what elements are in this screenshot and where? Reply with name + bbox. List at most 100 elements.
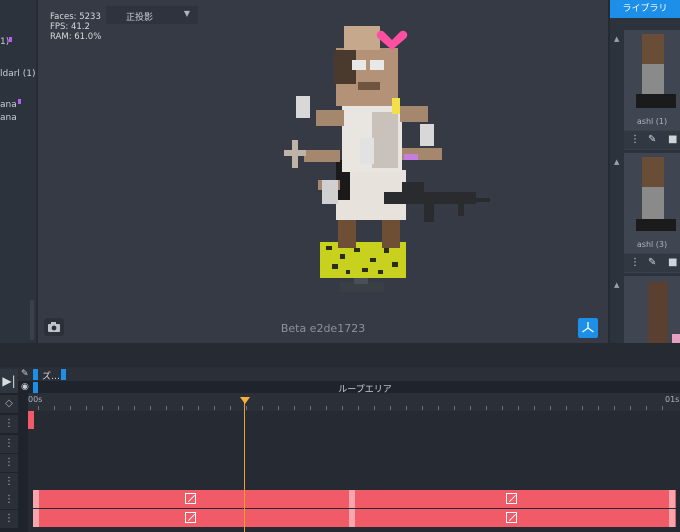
library-panel: ライブラリ ▲ ashl (1) ⋮ ✎ ■ ▲ ashl (3) ⋮ ✎ ■ … [610, 0, 680, 343]
model-thumbnail [624, 153, 680, 253]
track-menu-button[interactable]: ⋮ [0, 415, 18, 433]
projection-select[interactable]: 正投影 ▼ [106, 6, 198, 24]
ruler-tick [86, 406, 87, 410]
ruler-tick [326, 406, 327, 410]
track-menu-button[interactable]: ⋮ [0, 454, 18, 472]
animation-clip[interactable] [33, 509, 676, 527]
edit-clip-icon[interactable] [506, 493, 517, 504]
hierarchy-icon: ▲ [614, 158, 620, 166]
track-menu-button[interactable]: ⋮ [0, 435, 18, 453]
track-menu-button[interactable]: ⋮ [0, 510, 18, 528]
ruler-tick [262, 406, 263, 410]
ruler-tick [614, 406, 615, 410]
ruler-end-label: 01s [665, 395, 680, 404]
axes-icon [582, 322, 594, 333]
card-toolbar: ⋮ ✎ ■ [624, 254, 680, 272]
hierarchy-icon: ▲ [614, 281, 620, 289]
ram-usage: RAM: 61.0% [50, 32, 102, 42]
keyframe-button[interactable]: ◇ [0, 395, 18, 413]
edit-clip-icon[interactable] [185, 493, 196, 504]
ruler-start-label: 00s [28, 395, 43, 404]
ruler-tick [470, 406, 471, 410]
play-button[interactable]: ▶| [0, 369, 18, 393]
faces-count: Faces: 5233 [50, 12, 101, 22]
outliner-item[interactable]: ana [0, 100, 17, 110]
play-icon: ▶| [2, 374, 16, 388]
playhead[interactable] [244, 400, 245, 532]
timeline-header [0, 343, 680, 367]
clip-segment [669, 509, 675, 527]
eye-icon[interactable]: ◉ [21, 382, 29, 392]
ruler-tick [38, 406, 39, 410]
timeline-toolbar [0, 367, 680, 381]
ruler-tick [598, 406, 599, 410]
ruler-tick [166, 406, 167, 410]
ruler-tick [422, 406, 423, 410]
ruler-tick [582, 406, 583, 410]
camera-icon [48, 322, 60, 332]
ruler-tick [54, 406, 55, 410]
3d-viewport[interactable]: Faces: 5233 FPS: 41.2 RAM: 61.0% 正投影 ▼ B… [38, 0, 608, 343]
ruler-tick [294, 406, 295, 410]
animation-clip[interactable] [33, 490, 676, 508]
chevron-down-icon: ▼ [183, 9, 190, 18]
zoom-handle[interactable] [61, 369, 66, 380]
keyframe-marker[interactable] [28, 411, 34, 429]
scrollbar[interactable] [30, 300, 34, 340]
time-ruler[interactable]: 00s 01s [28, 393, 680, 411]
library-card[interactable] [624, 276, 680, 343]
screenshot-button[interactable] [44, 318, 64, 336]
library-card[interactable]: ashl (1) ⋮ ✎ ■ [624, 30, 680, 150]
edit-icon[interactable]: ✎ [648, 134, 656, 145]
ruler-tick [150, 406, 151, 410]
ruler-tick [630, 406, 631, 410]
outliner-item[interactable]: ana [0, 113, 17, 123]
axes-toggle-button[interactable] [578, 318, 598, 338]
ruler-tick [70, 406, 71, 410]
ruler-tick [214, 406, 215, 410]
ruler-tick [534, 406, 535, 410]
clip-segment [349, 490, 355, 508]
edit-clip-icon[interactable] [506, 512, 517, 523]
outliner-panel: 1) ldarl (1) ana ana [0, 0, 36, 343]
ruler-tick [454, 406, 455, 410]
color-marker [18, 99, 21, 104]
ruler-tick [230, 406, 231, 410]
outliner-item[interactable]: 1) [0, 37, 9, 47]
outliner-item[interactable]: ldarl (1) [0, 69, 36, 79]
more-icon[interactable]: ⋮ [630, 134, 640, 145]
more-icon[interactable]: ⋮ [630, 257, 640, 268]
projection-value: 正投影 [126, 13, 154, 23]
card-toolbar: ⋮ ✎ ■ [624, 131, 680, 149]
color-marker [9, 37, 12, 42]
ruler-tick [374, 406, 375, 410]
ruler-tick [662, 406, 663, 410]
model-thumbnail [624, 30, 680, 130]
ruler-tick [358, 406, 359, 410]
version-label: Beta e2de1723 [280, 322, 366, 335]
pencil-icon[interactable]: ✎ [21, 369, 29, 379]
ruler-tick [198, 406, 199, 410]
stats-overlay: Faces: 5233 FPS: 41.2 RAM: 61.0% [50, 12, 101, 42]
ruler-tick [278, 406, 279, 410]
card-name: ashl (3) [636, 240, 668, 249]
loop-start-handle[interactable] [33, 369, 38, 380]
ruler-tick [438, 406, 439, 410]
copy-icon[interactable]: ■ [668, 257, 677, 268]
copy-icon[interactable]: ■ [668, 134, 677, 145]
ruler-tick [550, 406, 551, 410]
library-tab[interactable]: ライブラリ [610, 0, 680, 18]
voxel-model-render [284, 26, 490, 292]
edit-icon[interactable]: ✎ [648, 257, 656, 268]
edit-clip-icon[interactable] [185, 512, 196, 523]
ruler-tick [486, 406, 487, 410]
fps-count: FPS: 41.2 [50, 22, 90, 32]
clip-segment [33, 509, 39, 527]
ruler-tick [566, 406, 567, 410]
track-menu-button[interactable]: ⋮ [0, 473, 18, 491]
library-card[interactable]: ashl (3) ⋮ ✎ ■ [624, 153, 680, 273]
playhead-handle[interactable] [240, 397, 250, 404]
clip-segment [33, 490, 39, 508]
track-menu-button[interactable]: ⋮ [0, 491, 18, 509]
loop-area-handle[interactable] [33, 382, 38, 393]
